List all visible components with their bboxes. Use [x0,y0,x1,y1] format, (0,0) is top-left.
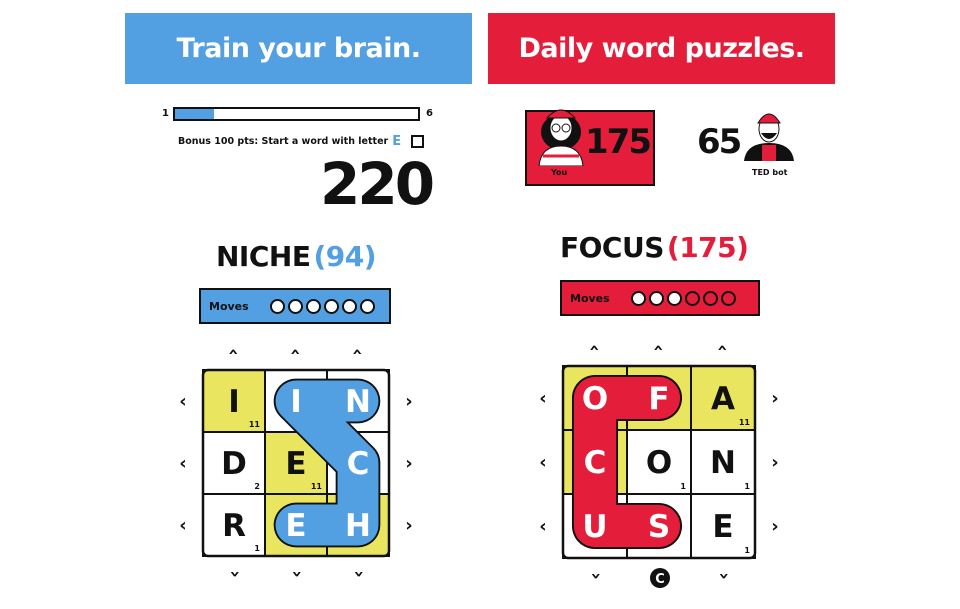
cell-letter: E [285,508,306,544]
shift-down-arrow-icon[interactable]: ‹ [286,570,307,577]
shift-down-arrow-icon[interactable]: ‹ [585,572,606,579]
cell-letter: N [710,445,736,481]
cell-letter: I [290,384,302,420]
shift-left-arrow-icon[interactable]: ‹ [179,515,186,536]
shift-down-arrow-icon[interactable]: ‹ [713,572,734,579]
cell-letter: I [228,384,240,420]
cell-letter: S [648,509,670,545]
cell-letter: D [221,446,247,482]
left-board: I11I ND2E11CR1E H‹‹‹ ›‹‹‹ ›‹‹‹ ›O F A11C O1N1U S E… [179,344,779,588]
shift-down-arrow-icon[interactable]: ‹ [348,570,369,577]
cell-letter: C [584,445,607,481]
shift-up-arrow-icon[interactable]: ‹ [285,348,306,355]
cell-letter: R [222,508,246,544]
cell-letter: N [345,384,371,420]
cell-points: 11 [249,420,261,429]
cell-letter: A [711,381,735,417]
shift-right-arrow-icon[interactable]: › [771,516,778,537]
shift-right-arrow-icon[interactable]: › [405,515,412,536]
shift-right-arrow-icon[interactable]: › [405,453,412,474]
shift-left-arrow-icon[interactable]: ‹ [539,388,546,409]
cell-points: 11 [739,418,751,427]
cell-points: 1 [744,546,750,555]
cell-letter: C [347,446,370,482]
shift-right-arrow-icon[interactable]: › [771,452,778,473]
undo-icon-glyph: C [655,572,665,587]
cell-points: 1 [254,544,260,553]
cell-letter: H [345,508,371,544]
shift-right-arrow-icon[interactable]: › [405,391,412,412]
cell-letter: F [648,381,669,417]
shift-up-arrow-icon[interactable]: ‹ [223,348,244,355]
shift-up-arrow-icon[interactable]: ‹ [648,344,669,351]
cell-letter: U [582,509,607,545]
cell-points: 2 [254,482,260,491]
shift-left-arrow-icon[interactable]: ‹ [179,453,186,474]
cell-letter: O [582,381,608,417]
cell-points: 1 [680,482,686,491]
shift-left-arrow-icon[interactable]: ‹ [179,391,186,412]
cell-letter: E [285,446,306,482]
shift-down-arrow-icon[interactable]: ‹ [224,570,245,577]
shift-right-arrow-icon[interactable]: › [771,388,778,409]
shift-left-arrow-icon[interactable]: ‹ [539,516,546,537]
cell-letter: E [712,509,733,545]
shift-up-arrow-icon[interactable]: ‹ [584,344,605,351]
cell-letter: O [646,445,672,481]
cell-points: 11 [311,482,323,491]
shift-left-arrow-icon[interactable]: ‹ [539,452,546,473]
shift-up-arrow-icon[interactable]: ‹ [712,344,733,351]
cell-points: 1 [744,482,750,491]
shift-up-arrow-icon[interactable]: ‹ [347,348,368,355]
